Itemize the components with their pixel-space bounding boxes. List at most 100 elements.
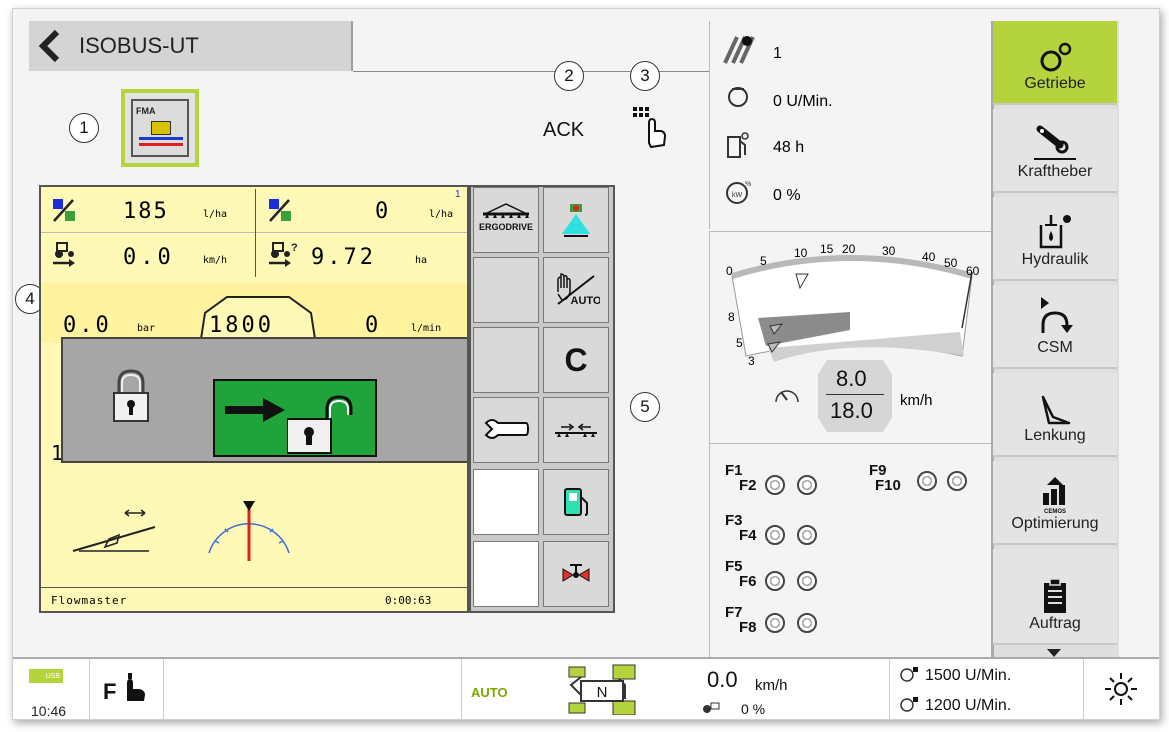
nozzle-button[interactable] xyxy=(543,187,609,253)
boom-level-gauge xyxy=(208,501,290,561)
boom-tilt-icon xyxy=(72,509,156,552)
pto-rpm-icon xyxy=(900,697,918,712)
fkey-f3[interactable]: F3 F4 xyxy=(725,513,757,543)
callout-3: 3 xyxy=(630,61,660,91)
pressure-row: 0.0 bar 1800 0 l/min xyxy=(41,283,467,343)
f4-icon[interactable] xyxy=(797,525,817,545)
gauge-tick-0: 0 xyxy=(726,264,733,278)
sidebar-item-csm[interactable]: CSM xyxy=(993,285,1117,369)
f9-icon[interactable] xyxy=(917,471,937,491)
speed-bottom: 18.0 xyxy=(830,398,873,423)
fkey-f5[interactable]: F5 F6 xyxy=(725,559,757,589)
sidebar-item-kraftheber[interactable]: Kraftheber xyxy=(993,109,1117,193)
blank-button-3[interactable] xyxy=(473,469,539,535)
gauge-tick-10: 10 xyxy=(794,246,808,260)
gauge-unit: km/h xyxy=(900,392,933,409)
speed-value: 0.0 xyxy=(123,245,175,270)
fuel-icon xyxy=(564,488,588,516)
gauge-tick-5: 5 xyxy=(760,254,767,268)
rate-unit: l/ha xyxy=(203,209,228,220)
ack-label[interactable]: ACK xyxy=(543,119,584,142)
padlock-closed-icon xyxy=(113,369,149,422)
manual-auto-button[interactable]: AUTO xyxy=(543,257,609,323)
slip-icon xyxy=(703,702,720,713)
rpm-pto: 1200 U/Min. xyxy=(925,697,1012,714)
blank-button-2[interactable] xyxy=(473,327,539,393)
sidebar-label-kraftheber: Kraftheber xyxy=(1017,163,1093,180)
sidebar-label-lenkung: Lenkung xyxy=(1024,427,1086,444)
blank-button-4[interactable] xyxy=(473,541,539,607)
bottom-slip: 0 % xyxy=(741,701,766,717)
rate2-unit: l/ha xyxy=(429,209,454,220)
fkey-f9[interactable]: F9 F10 xyxy=(869,463,901,493)
center-value: 1800 xyxy=(209,313,274,338)
f7-icon[interactable] xyxy=(765,613,785,633)
f8-icon[interactable] xyxy=(797,613,817,633)
svg-text:?: ? xyxy=(291,242,298,254)
fuel-button[interactable] xyxy=(543,469,609,535)
speed-row: 0.0 km/h ? 9.72 ha xyxy=(41,235,467,279)
svg-text:kW: kW xyxy=(732,192,743,199)
speedometer-icon xyxy=(775,390,799,403)
rate-superscript: 1 xyxy=(455,189,461,200)
tramline-icon xyxy=(723,36,755,64)
clipboard-icon xyxy=(1044,578,1066,613)
callout-5: 5 xyxy=(630,392,660,422)
boom-fold-button[interactable] xyxy=(543,397,609,463)
flow-value: 0 xyxy=(365,313,379,338)
touch-keypad-icon[interactable] xyxy=(631,105,671,149)
sidebar-label-csm: CSM xyxy=(1037,339,1073,356)
rpm-engine: 1500 U/Min. xyxy=(925,667,1012,684)
rate2-icon xyxy=(269,199,291,222)
implement-name: Flowmaster xyxy=(51,594,128,607)
f-touch-button[interactable]: F xyxy=(103,669,163,709)
gauge-tick-30: 30 xyxy=(882,244,896,258)
area-value: 9.72 xyxy=(311,245,376,270)
rpm-icon xyxy=(728,87,748,107)
sidebar-item-optimierung[interactable]: CEMOS Optimierung xyxy=(993,461,1117,545)
valve-button[interactable] xyxy=(543,541,609,607)
sidebar-item-lenkung[interactable]: Lenkung xyxy=(993,373,1117,457)
rate-icon xyxy=(53,199,75,222)
c-icon: C xyxy=(564,341,588,378)
tractor-area-icon: ? xyxy=(269,242,298,267)
sidebar-item-auftrag[interactable]: Auftrag xyxy=(993,549,1117,645)
wrench-button[interactable] xyxy=(473,397,539,463)
sidebar-item-hydraulik[interactable]: Hydraulik xyxy=(993,197,1117,281)
ergodrive-button[interactable]: ERGODRIVE xyxy=(473,187,539,253)
pressure-value: 0.0 xyxy=(63,313,112,338)
fkey-f1[interactable]: F1 F2 xyxy=(725,463,757,493)
clock: 10:46 xyxy=(31,703,67,719)
fkey-f7[interactable]: F7 F8 xyxy=(725,605,757,635)
f6-icon[interactable] xyxy=(797,571,817,591)
lock-dialog[interactable] xyxy=(61,337,467,463)
sidebar-label-getriebe: Getriebe xyxy=(1024,75,1086,92)
f5-icon[interactable] xyxy=(765,571,785,591)
brightness-icon[interactable] xyxy=(1103,671,1139,707)
bottom-speed: 0.0 xyxy=(707,667,738,692)
engine-load-icon: kW% xyxy=(726,181,751,204)
usb-badge: USB xyxy=(29,669,63,683)
f1-icon[interactable] xyxy=(765,475,785,495)
nozzle-icon xyxy=(562,204,590,237)
gauge-tick-50: 50 xyxy=(944,256,958,270)
f3-icon[interactable] xyxy=(765,525,785,545)
header-bar[interactable]: ISOBUS-UT xyxy=(29,21,353,71)
hitch-icon xyxy=(1034,125,1076,160)
f2-icon[interactable] xyxy=(797,475,817,495)
hours-value: 48 h xyxy=(773,139,805,156)
scroll-down-icon[interactable] xyxy=(1047,649,1061,657)
tractor-speed-icon xyxy=(53,242,75,267)
blank-button-1[interactable] xyxy=(473,257,539,323)
f10-icon[interactable] xyxy=(947,471,967,491)
sidebar-item-getriebe[interactable]: Getriebe xyxy=(993,21,1117,105)
back-icon[interactable] xyxy=(37,29,65,63)
c-button[interactable]: C xyxy=(543,327,609,393)
implement-icon-button[interactable]: FMA xyxy=(121,89,199,167)
svg-text:%: % xyxy=(745,181,751,188)
rpm-value: 0 U/Min. xyxy=(773,93,833,110)
rate-value: 185 xyxy=(123,199,169,224)
gauge-left-tick-5: 5 xyxy=(736,336,743,350)
unlock-button[interactable] xyxy=(213,379,377,457)
gauge-tick-60: 60 xyxy=(966,264,980,278)
